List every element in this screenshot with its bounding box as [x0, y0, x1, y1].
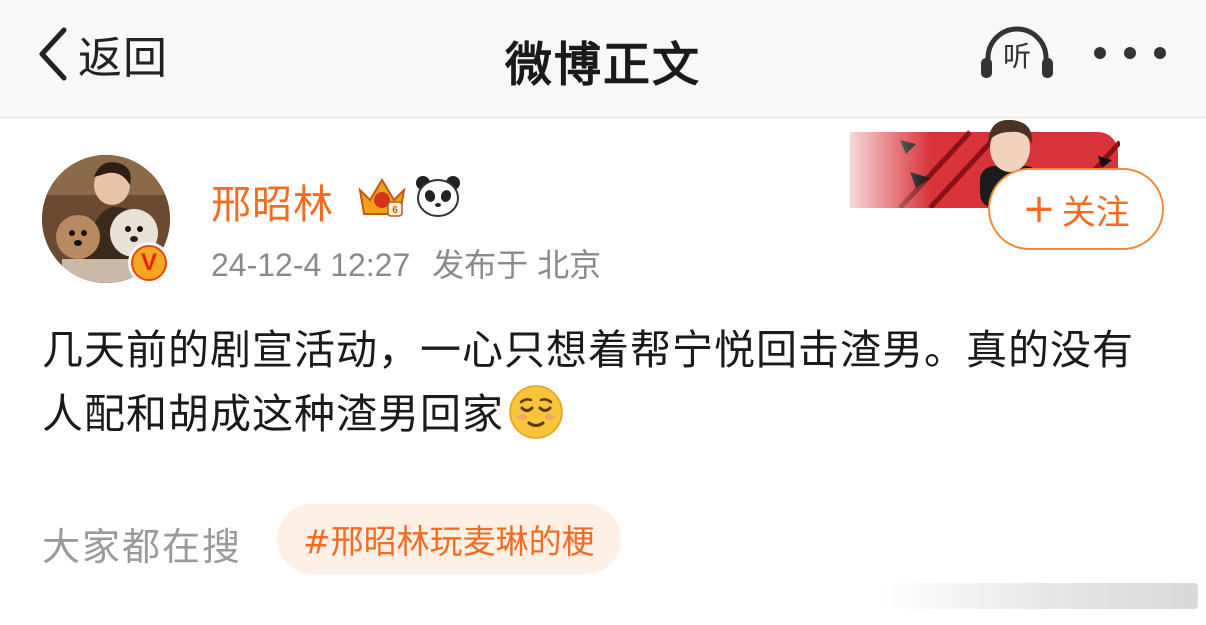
hot-search-label: 大家都在搜: [42, 525, 243, 569]
listen-button[interactable]: 听: [978, 22, 1056, 82]
listen-label: 听: [1002, 40, 1031, 73]
post-location: 发布于 北京: [432, 247, 602, 283]
follow-label: 关注: [1061, 192, 1130, 233]
more-dot-icon: [1094, 47, 1106, 59]
relieved-face-icon: [509, 385, 563, 439]
fade-divider: [880, 583, 1198, 609]
more-dot-icon: [1154, 47, 1166, 59]
post-body: 几天前的剧宣活动，一心只想着帮宁悦回击渣男。真的没有人配和胡成这种渣男回家: [42, 326, 1134, 438]
verified-mark: V: [131, 245, 167, 281]
post-timestamp: 24-12-4 12:27: [211, 247, 411, 283]
svg-text:6: 6: [392, 205, 398, 216]
panda-icon: [416, 176, 460, 217]
post-meta: 24-12-4 12:27 发布于 北京: [211, 240, 601, 286]
crown-vip-icon: 6: [358, 178, 406, 217]
plus-icon: +: [1022, 186, 1056, 232]
post-text: 几天前的剧宣活动，一心只想着帮宁悦回击渣男。真的没有人配和胡成这种渣男回家: [42, 318, 1162, 446]
top-nav-bar: 返回 微博正文 听: [0, 0, 1206, 118]
verified-badge-icon: V: [128, 242, 170, 284]
hot-search-topic[interactable]: #邢昭林玩麦琳的梗: [277, 504, 621, 574]
more-options-button[interactable]: [1094, 36, 1166, 70]
more-dot-icon: [1124, 47, 1136, 59]
follow-button[interactable]: + 关注: [988, 168, 1164, 250]
username[interactable]: 邢昭林: [211, 172, 334, 230]
